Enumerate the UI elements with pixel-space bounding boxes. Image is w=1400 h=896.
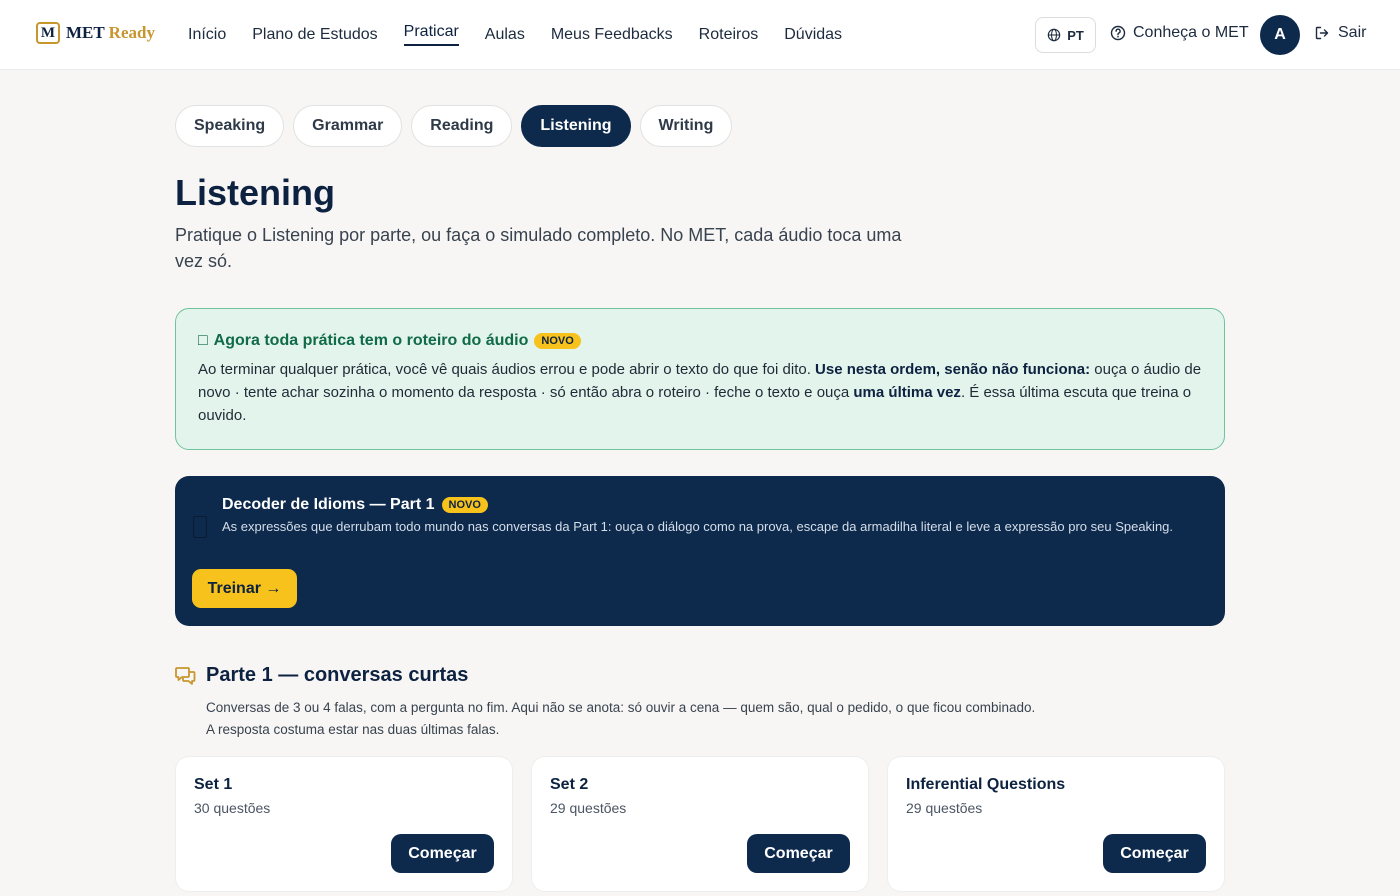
help-circle-icon: [1110, 25, 1126, 41]
nav-duvidas[interactable]: Dúvidas: [784, 26, 842, 44]
card-title: Inferential Questions: [906, 776, 1066, 793]
practice-card-set-2[interactable]: Set 2 29 questões Começar: [531, 756, 869, 892]
start-button[interactable]: Começar: [747, 834, 850, 873]
nav-meus-feedbacks[interactable]: Meus Feedbacks: [551, 26, 673, 44]
nav-roteiros[interactable]: Roteiros: [699, 26, 759, 44]
train-button[interactable]: Treinar →: [192, 569, 297, 608]
card-title: Set 1: [194, 776, 233, 793]
new-badge: NOVO: [534, 333, 581, 349]
tab-grammar[interactable]: Grammar: [293, 105, 403, 147]
idioms-decoder-card: Decoder de Idioms — Part 1 NOVO As expre…: [175, 476, 1225, 626]
tab-writing[interactable]: Writing: [639, 105, 733, 147]
notice-text: Ao terminar qualquer prática, você vê qu…: [198, 358, 1202, 427]
logo-mark: M: [36, 22, 60, 44]
notice-title: Agora toda prática tem o roteiro do áudi…: [213, 332, 529, 349]
tab-listening[interactable]: Listening: [521, 105, 631, 147]
practice-card-set-1[interactable]: Set 1 30 questões Começar: [175, 756, 513, 892]
language-button[interactable]: PT: [1035, 17, 1096, 53]
notice-header: □ Agora toda prática tem o roteiro do áu…: [198, 332, 1202, 350]
section-description: Conversas de 3 ou 4 falas, com a pergunt…: [206, 697, 1106, 741]
logout-button[interactable]: Sair: [1314, 24, 1366, 42]
nav-plano-de-estudos[interactable]: Plano de Estudos: [252, 26, 377, 44]
decoder-header: Decoder de Idioms — Part 1 NOVO: [222, 496, 488, 514]
logo-suffix: Ready: [108, 23, 155, 42]
card-question-count: 29 questões: [906, 800, 983, 816]
skill-tabs: Speaking Grammar Reading Listening Writi…: [175, 105, 733, 147]
start-button[interactable]: Começar: [1103, 834, 1206, 873]
met-ready-logo[interactable]: M MET Ready: [36, 22, 155, 44]
section-description-line: A resposta costuma estar nas duas última…: [206, 722, 500, 737]
page-title: Listening: [175, 172, 335, 213]
tab-speaking[interactable]: Speaking: [175, 105, 285, 147]
top-navbar: M MET Ready Início Plano de Estudos Prat…: [0, 0, 1400, 70]
nav-aulas[interactable]: Aulas: [485, 26, 525, 44]
notice-emphasis: uma última vez: [853, 384, 961, 401]
decoder-description: As expressões que derrubam todo mundo na…: [222, 519, 1174, 534]
globe-icon: [1047, 28, 1061, 42]
logout-label: Sair: [1338, 24, 1367, 41]
audio-script-notice: □ Agora toda prática tem o roteiro do áu…: [175, 308, 1225, 450]
card-question-count: 29 questões: [550, 800, 627, 816]
logout-icon: [1315, 26, 1329, 40]
main-nav: Início Plano de Estudos Praticar Aulas M…: [188, 0, 868, 70]
notice-icon: □: [198, 332, 208, 349]
notice-text-part: Ao terminar qualquer prática, você vê qu…: [198, 361, 816, 378]
headphones-icon: [193, 516, 207, 538]
new-badge: NOVO: [441, 497, 488, 513]
nav-praticar[interactable]: Praticar: [403, 23, 459, 46]
card-title: Set 2: [550, 776, 589, 793]
practice-card-inferential[interactable]: Inferential Questions 29 questões Começa…: [887, 756, 1225, 892]
know-met-label: Conheça o MET: [1133, 24, 1249, 41]
start-button[interactable]: Começar: [391, 834, 494, 873]
avatar[interactable]: A: [1260, 15, 1300, 55]
language-label: PT: [1067, 27, 1084, 43]
section-description-line: Conversas de 3 ou 4 falas, com a pergunt…: [206, 700, 1036, 715]
page-description: Pratique o Listening por parte, ou faça …: [175, 225, 902, 271]
know-met-button[interactable]: Conheça o MET: [1110, 24, 1249, 42]
tab-reading[interactable]: Reading: [411, 105, 513, 147]
logo-text: MET Ready: [66, 23, 155, 43]
chat-bubbles-icon: [175, 667, 196, 685]
section-title: Parte 1 — conversas curtas: [206, 664, 469, 686]
logo-name: MET: [66, 23, 105, 42]
decoder-title: Decoder de Idioms — Part 1: [222, 496, 435, 513]
card-question-count: 30 questões: [194, 800, 271, 816]
nav-inicio[interactable]: Início: [188, 26, 226, 44]
notice-emphasis: Use nesta ordem, senão não funciona:: [815, 361, 1091, 378]
